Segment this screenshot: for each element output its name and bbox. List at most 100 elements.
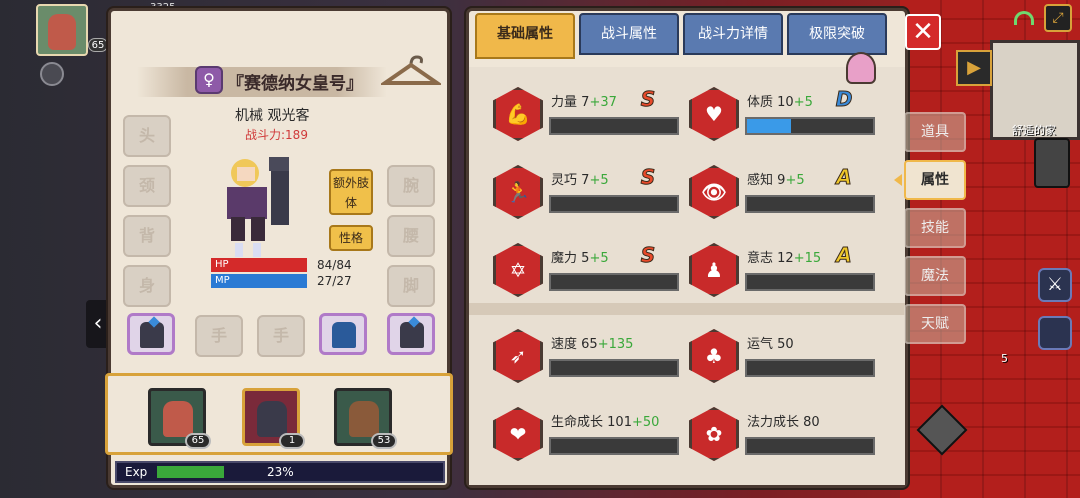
member-portrait	[349, 401, 379, 437]
attribute-item[interactable]: ✡ 魔力 5+5 S	[493, 243, 683, 301]
attribute-base: 101	[607, 415, 632, 430]
attribute-item[interactable]: ❤ 生命成长 101+50	[493, 407, 683, 465]
attribute-separator	[469, 303, 905, 315]
tab-basic-attributes[interactable]: 基础属性	[475, 13, 575, 59]
extra-limbs-button[interactable]: 额外肢体	[329, 169, 373, 215]
combat-power: 战斗力:189	[245, 128, 308, 142]
attribute-bar	[549, 359, 679, 377]
tab-limit-break[interactable]: 极限突破	[787, 13, 887, 55]
slot-head[interactable]: 头	[123, 115, 171, 157]
attribute-label: 魔力 5+5	[551, 247, 609, 266]
attribute-item[interactable]: ✿ 法力成长 80	[689, 407, 879, 465]
team-member[interactable]: 1	[242, 388, 305, 449]
attribute-name: 力量	[551, 95, 578, 110]
attribute-item[interactable]: ➶ 速度 65+135	[493, 329, 683, 387]
player-avatar[interactable]	[36, 4, 88, 56]
attribute-bar	[745, 117, 875, 135]
attribute-name: 灵巧	[551, 173, 578, 188]
character-panel: ♀ 『赛德纳女皇号』 机械 观光客 战斗力:189 头 颈 背 身 腕 腰 脚 …	[105, 8, 453, 488]
team-member[interactable]: 65	[148, 388, 211, 449]
skill-shortcut-icon[interactable]: ⚔	[1038, 268, 1072, 302]
attribute-item[interactable]: 🏃 灵巧 7+5 S	[493, 165, 683, 223]
attribute-bonus: +50	[631, 415, 660, 430]
hanger-icon[interactable]	[381, 51, 441, 91]
slot-neck[interactable]: 颈	[123, 165, 171, 207]
attribute-grade: S	[640, 87, 656, 112]
exp-bar: Exp 23%	[115, 461, 445, 483]
character-sprite	[227, 157, 289, 257]
attribute-grid: 💪 力量 7+37 S ♥ 体质 10+5 D 🏃 灵巧 7+5 S 👁 感知 9+5 A ✡ 魔力 5+…	[469, 67, 905, 485]
attribute-bar	[745, 195, 875, 213]
attribute-name: 感知	[747, 173, 774, 188]
attribute-bar	[745, 437, 875, 455]
attribute-label: 灵巧 7+5	[551, 169, 609, 188]
shield-shortcut-icon[interactable]	[1038, 316, 1072, 350]
member-level-badge: 65	[185, 433, 211, 449]
gear-icon[interactable]	[40, 62, 64, 86]
slot-back[interactable]: 背	[123, 215, 171, 257]
slot-hand-right[interactable]: 手	[257, 315, 305, 357]
play-icon[interactable]: ▶	[956, 50, 992, 86]
attribute-item[interactable]: ♣ 运气 50	[689, 329, 879, 387]
potion-icon[interactable]	[846, 52, 876, 84]
side-tab-items[interactable]: 道具	[904, 112, 966, 152]
attribute-bonus: +5	[793, 95, 813, 110]
attribute-bar	[549, 195, 679, 213]
side-menu: 道具 属性 技能 魔法 天赋	[904, 112, 966, 344]
attribute-base: 50	[777, 337, 794, 352]
attribute-label: 法力成长 80	[747, 411, 820, 430]
slot-waist[interactable]: 腰	[387, 215, 435, 257]
slot-equipped-armor[interactable]	[387, 313, 435, 355]
expand-icon[interactable]: ⤢	[1044, 4, 1072, 32]
attribute-name: 运气	[747, 337, 774, 352]
attribute-label: 意志 12+15	[747, 247, 821, 266]
slot-body[interactable]: 身	[123, 265, 171, 307]
life-growth-icon: ❤	[493, 407, 543, 461]
slot-equipped-bow[interactable]	[319, 313, 367, 355]
attribute-item[interactable]: ♥ 体质 10+5 D	[689, 87, 879, 145]
attribute-bar-fill	[747, 119, 792, 133]
attribute-name: 速度	[551, 337, 578, 352]
attribute-item[interactable]: 💪 力量 7+37 S	[493, 87, 683, 145]
attribute-tabs: 基础属性 战斗属性 战斗力详情 极限突破	[475, 11, 887, 59]
side-tab-skills[interactable]: 技能	[904, 208, 966, 248]
slot-equipped-helm[interactable]	[127, 313, 175, 355]
attribute-name: 生命成长	[551, 415, 604, 430]
close-button[interactable]: ✕	[905, 14, 941, 50]
attribute-label: 力量 7+37	[551, 91, 617, 110]
chevron-left-icon[interactable]: ‹	[86, 300, 110, 348]
constitution-icon: ♥	[689, 87, 739, 141]
attribute-bonus: +135	[597, 337, 634, 352]
attribute-bar	[745, 359, 875, 377]
player-status-hud[interactable]: 65	[36, 4, 108, 56]
side-tab-attributes[interactable]: 属性	[904, 160, 966, 200]
side-tab-magic[interactable]: 魔法	[904, 256, 966, 296]
attribute-grade: A	[836, 165, 852, 190]
attribute-name: 法力成长	[747, 415, 800, 430]
attribute-label: 感知 9+5	[747, 169, 805, 188]
magic-icon: ✡	[493, 243, 543, 297]
attribute-label: 体质 10+5	[747, 91, 813, 110]
attribute-bar	[549, 437, 679, 455]
attribute-item[interactable]: 👁 感知 9+5 A	[689, 165, 879, 223]
attribute-label: 生命成长 101+50	[551, 411, 659, 430]
dexterity-icon: 🏃	[493, 165, 543, 219]
slot-hand-left[interactable]: 手	[195, 315, 243, 357]
will-icon: ♟	[689, 243, 739, 297]
tab-combat-power-details[interactable]: 战斗力详情	[683, 13, 783, 55]
personality-button[interactable]: 性格	[329, 225, 373, 251]
team-member[interactable]: 53	[334, 388, 397, 449]
shortcut-count: 5	[1001, 352, 1008, 365]
player-level-badge: 65	[88, 38, 108, 52]
attribute-item[interactable]: ♟ 意志 12+15 A	[689, 243, 879, 301]
hp-value: 84/84	[317, 258, 352, 272]
attribute-grade: S	[640, 165, 656, 190]
slot-feet[interactable]: 脚	[387, 265, 435, 307]
attribute-bar	[549, 273, 679, 291]
side-tab-talent[interactable]: 天赋	[904, 304, 966, 344]
tab-combat-attributes[interactable]: 战斗属性	[579, 13, 679, 55]
phone-icon[interactable]	[1034, 138, 1070, 188]
speed-icon: ➶	[493, 329, 543, 383]
slot-wrist[interactable]: 腕	[387, 165, 435, 207]
exp-percent: 23%	[267, 465, 294, 479]
